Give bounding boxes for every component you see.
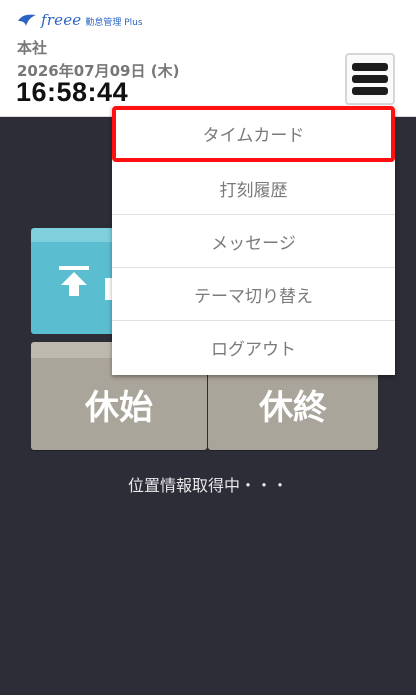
- app-header: freee 勤怠管理 Plus 本社 2026年07月09日 (木) 16:58…: [0, 0, 416, 117]
- menu-item-theme-switch[interactable]: テーマ切り替え: [112, 268, 395, 321]
- menu-item-logout[interactable]: ログアウト: [112, 321, 395, 374]
- menu-item-label: メッセージ: [211, 233, 296, 254]
- menu-item-label: 打刻履歴: [219, 180, 288, 201]
- break-end-label: 休終: [259, 387, 327, 428]
- app-logo: freee 勤怠管理 Plus: [17, 9, 143, 31]
- hamburger-icon-bar: [352, 75, 388, 83]
- logo-text: freee: [41, 11, 82, 29]
- logo-subtitle: 勤怠管理 Plus: [85, 17, 143, 28]
- location-status: 位置情報取得中・・・: [127, 476, 288, 495]
- menu-item-label: タイムカード: [202, 126, 305, 146]
- menu-item-timecard[interactable]: タイムカード: [112, 106, 395, 162]
- menu-item-label: テーマ切り替え: [194, 286, 313, 307]
- office-name: 本社: [17, 39, 48, 57]
- dropdown-menu: タイムカード 打刻履歴 メッセージ テーマ切り替え ログアウト: [112, 106, 395, 375]
- menu-item-messages[interactable]: メッセージ: [112, 215, 395, 268]
- bird-logo-icon: [18, 14, 36, 26]
- hamburger-menu-button[interactable]: [345, 53, 395, 105]
- current-time: 16:58:44: [16, 77, 129, 107]
- menu-item-label: ログアウト: [211, 340, 296, 360]
- break-start-label: 休始: [85, 387, 153, 428]
- hamburger-icon: [352, 63, 388, 71]
- hamburger-icon-bar: [352, 87, 388, 95]
- menu-item-punch-history[interactable]: 打刻履歴: [112, 162, 395, 215]
- upload-arrow-icon: [59, 266, 89, 296]
